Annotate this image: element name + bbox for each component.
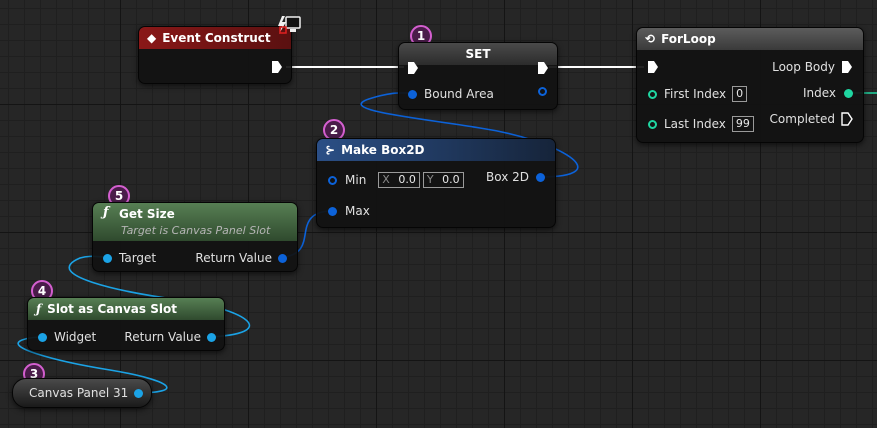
- widget-label: Widget: [54, 330, 97, 344]
- make-struct-icon: ⊱: [325, 143, 336, 157]
- event-diamond-icon: ◆: [147, 31, 157, 45]
- struct-pin-dot: [278, 253, 287, 263]
- canvas-panel-pin[interactable]: Canvas Panel 31: [29, 386, 144, 400]
- bound-area-label: Bound Area: [424, 87, 494, 101]
- min-y-input[interactable]: Y 0.0: [422, 172, 464, 188]
- struct-pin-hollow-dot: [538, 87, 547, 96]
- forloop-last-index-pin[interactable]: Last Index 99: [648, 116, 754, 132]
- exec-out-icon: [538, 62, 548, 74]
- int-pin-dot: [844, 88, 853, 98]
- canvas-panel-label: Canvas Panel 31: [29, 386, 129, 400]
- get-size-node[interactable]: ƒ Get Size Target is Canvas Panel Slot T…: [92, 202, 298, 272]
- event-construct-exec-out[interactable]: [271, 60, 283, 74]
- forloop-exec-in[interactable]: [647, 60, 659, 74]
- y-axis-label: Y: [426, 173, 434, 186]
- return-value-label: Return Value: [195, 251, 272, 265]
- get-size-header[interactable]: ƒ Get Size Target is Canvas Panel Slot: [93, 203, 297, 241]
- last-index-label: Last Index: [664, 117, 726, 131]
- min-label: Min: [345, 173, 367, 187]
- canvas-panel-node[interactable]: Canvas Panel 31: [12, 378, 152, 408]
- make-box2d-node[interactable]: ⊱ Make Box2D Min X 0.0 Y 0.0 Box 2D Max: [316, 138, 556, 228]
- exec-out-hollow-icon: [841, 112, 853, 126]
- event-construct-header[interactable]: ◆ Event Construct: [139, 27, 291, 49]
- slot-as-canvas-slot-node[interactable]: ƒ Slot as Canvas Slot Widget Return Valu…: [27, 297, 225, 351]
- forloop-title: ForLoop: [661, 32, 716, 46]
- object-pin-dot: [38, 332, 47, 342]
- object-pin-dot: [103, 253, 112, 263]
- forloop-loop-body-pin[interactable]: Loop Body: [772, 60, 853, 74]
- struct-pin-dot: [408, 89, 417, 99]
- object-pin-dot: [134, 388, 144, 398]
- slot-return-pin[interactable]: Return Value: [124, 330, 216, 344]
- set-title: SET: [465, 47, 491, 61]
- box2d-label: Box 2D: [486, 170, 529, 184]
- event-construct-title: Event Construct: [162, 31, 271, 45]
- loop-body-label: Loop Body: [772, 60, 835, 74]
- get-size-subtitle: Target is Canvas Panel Slot: [121, 224, 271, 237]
- set-header[interactable]: SET: [399, 43, 557, 65]
- x-axis-label: X: [382, 173, 390, 186]
- last-index-input[interactable]: 99: [731, 116, 754, 132]
- index-label: Index: [802, 86, 836, 100]
- forloop-node[interactable]: ⟲ ForLoop Loop Body First Index 0 Index …: [636, 27, 864, 143]
- struct-pin-dot: [328, 206, 337, 216]
- int-pin-hollow-dot: [648, 119, 657, 129]
- blueprint-graph-canvas[interactable]: ◆ Event Construct 1 SET Bound Area ⟲ For…: [0, 0, 877, 428]
- get-size-return-pin[interactable]: Return Value: [195, 251, 287, 265]
- exec-in-icon: [648, 61, 658, 73]
- make-box2d-title: Make Box2D: [341, 143, 425, 157]
- first-index-label: First Index: [664, 87, 727, 101]
- set-bound-area-out-pin[interactable]: [538, 87, 547, 96]
- set-node[interactable]: SET Bound Area: [398, 42, 558, 110]
- get-size-title: Get Size: [119, 207, 175, 221]
- slot-as-canvas-slot-header[interactable]: ƒ Slot as Canvas Slot: [28, 298, 224, 320]
- make-box2d-max-pin[interactable]: Max: [328, 204, 370, 218]
- client-replication-icon: [276, 14, 302, 36]
- set-exec-out[interactable]: [537, 61, 549, 75]
- forloop-index-pin[interactable]: Index: [803, 86, 853, 100]
- completed-label: Completed: [769, 112, 835, 126]
- return-value-label: Return Value: [124, 330, 201, 344]
- event-construct-node[interactable]: ◆ Event Construct: [138, 26, 292, 84]
- set-exec-in[interactable]: [407, 61, 419, 75]
- y-value: 0.0: [442, 173, 460, 186]
- target-label: Target: [119, 251, 157, 265]
- max-label: Max: [345, 204, 370, 218]
- function-icon: ƒ: [103, 205, 109, 220]
- exec-out-icon: [272, 61, 282, 73]
- make-box2d-output-pin[interactable]: Box 2D: [486, 170, 545, 184]
- loop-icon: ⟲: [645, 32, 656, 46]
- min-x-input[interactable]: X 0.0: [378, 172, 420, 188]
- forloop-completed-pin[interactable]: Completed: [770, 112, 853, 126]
- struct-pin-hollow-dot: [328, 175, 337, 185]
- exec-out-icon: [842, 61, 852, 73]
- slot-widget-pin[interactable]: Widget: [38, 330, 96, 344]
- forloop-header[interactable]: ⟲ ForLoop: [637, 28, 863, 50]
- get-size-target-pin[interactable]: Target: [103, 251, 156, 265]
- make-box2d-header[interactable]: ⊱ Make Box2D: [317, 139, 555, 161]
- forloop-first-index-pin[interactable]: First Index 0: [648, 86, 748, 102]
- int-pin-hollow-dot: [648, 89, 657, 99]
- x-value: 0.0: [398, 173, 416, 186]
- set-bound-area-pin[interactable]: Bound Area: [408, 87, 494, 101]
- make-box2d-min-pin[interactable]: Min X 0.0 Y 0.0: [328, 172, 464, 188]
- first-index-input[interactable]: 0: [732, 86, 748, 102]
- object-pin-dot: [207, 332, 216, 342]
- struct-pin-dot: [536, 172, 545, 182]
- exec-in-icon: [408, 62, 418, 74]
- function-icon: ƒ: [36, 302, 42, 316]
- slot-as-canvas-slot-title: Slot as Canvas Slot: [47, 302, 177, 316]
